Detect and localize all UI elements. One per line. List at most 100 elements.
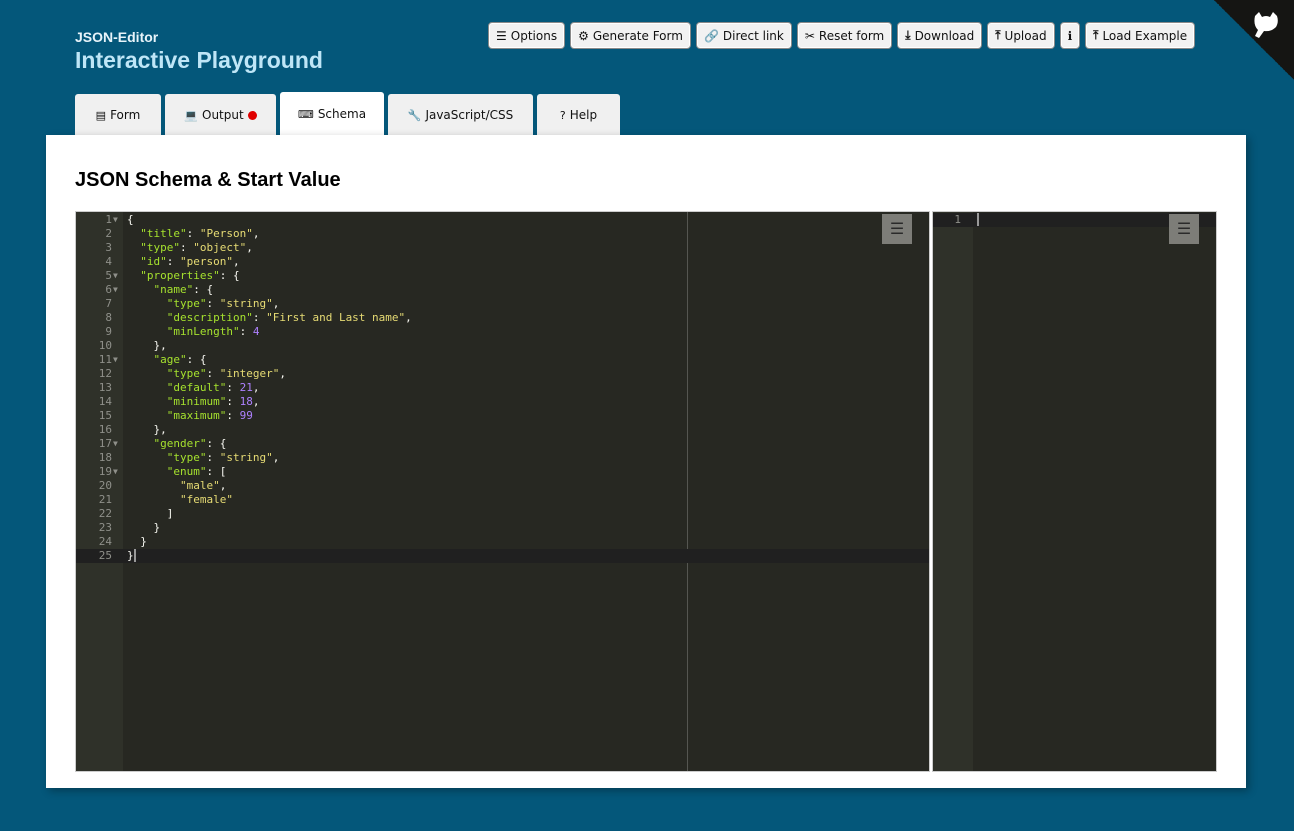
reset-form-button[interactable]: ✂ Reset form bbox=[796, 22, 893, 49]
code-text: "description": "First and Last name", bbox=[166, 311, 412, 324]
keyboard-icon: ⌨ bbox=[297, 107, 314, 121]
code-text: } bbox=[127, 549, 136, 562]
line-number: 23 bbox=[98, 521, 112, 534]
code-line[interactable]: 10 }, bbox=[76, 339, 929, 353]
tab-form[interactable]: ▤ Form bbox=[75, 94, 161, 136]
tab-output[interactable]: 💻 Output bbox=[165, 94, 276, 136]
text-cursor bbox=[133, 549, 136, 562]
code-line[interactable]: 2 "title": "Person", bbox=[76, 227, 929, 241]
code-line[interactable]: 8 "description": "First and Last name", bbox=[76, 311, 929, 325]
wrench-icon: 🔧 bbox=[407, 108, 422, 122]
code-line[interactable]: 25} bbox=[76, 549, 929, 563]
code-text: "age": { bbox=[153, 353, 207, 366]
bars-icon: ☰ bbox=[889, 221, 905, 238]
button-label: Direct link bbox=[722, 28, 784, 43]
tab-help[interactable]: ? Help bbox=[537, 94, 620, 136]
code-line[interactable]: 20 "male", bbox=[76, 479, 929, 493]
line-number: 1 bbox=[954, 213, 961, 226]
unlink-icon: ✂ bbox=[804, 28, 815, 43]
code-text: ] bbox=[127, 507, 174, 520]
code-line[interactable]: 6 ▼ "name": { bbox=[76, 283, 929, 297]
code-text: "gender": { bbox=[153, 437, 227, 450]
tab-label: Output bbox=[202, 108, 244, 122]
line-number: 25 bbox=[98, 549, 112, 562]
line-number: 10 bbox=[98, 339, 112, 352]
code-text: "female" bbox=[179, 493, 233, 506]
options-button[interactable]: ☰ Options bbox=[488, 22, 566, 49]
schema-editor-menu-button[interactable]: ☰ bbox=[882, 214, 912, 244]
line-number: 2 bbox=[105, 227, 112, 240]
direct-link-button[interactable]: 🔗 Direct link bbox=[695, 22, 792, 49]
code-text: "properties": { bbox=[140, 269, 240, 282]
line-number: 19 bbox=[98, 465, 112, 478]
download-icon: ⤓ bbox=[905, 28, 911, 42]
line-number: 4 bbox=[105, 255, 112, 268]
line-number: 14 bbox=[98, 395, 112, 408]
code-line[interactable]: 17 ▼ "gender": { bbox=[76, 437, 929, 451]
line-number: 6 bbox=[105, 283, 112, 296]
button-label: Load Example bbox=[1102, 28, 1188, 43]
code-line[interactable]: 14 "minimum": 18, bbox=[76, 395, 929, 409]
download-button[interactable]: ⤓ Download bbox=[897, 22, 983, 49]
fold-arrow-icon[interactable]: ▼ bbox=[113, 269, 118, 283]
code-text: "type": "object", bbox=[140, 241, 253, 254]
schema-editor[interactable]: 1 ▼{2 "title": "Person", 3 "type": "object… bbox=[75, 211, 930, 772]
code-line[interactable]: 9 "minLength": 4 bbox=[76, 325, 929, 339]
info-button[interactable]: ℹ bbox=[1059, 22, 1081, 49]
code-line[interactable]: 19 ▼ "enum": [ bbox=[76, 465, 929, 479]
schema-code[interactable]: 1 ▼{2 "title": "Person", 3 "type": "object… bbox=[76, 213, 929, 563]
code-text: "name": { bbox=[153, 283, 214, 296]
line-number: 1 bbox=[105, 213, 112, 226]
code-line[interactable]: 18 "type": "string", bbox=[76, 451, 929, 465]
tab-schema[interactable]: ⌨ Schema bbox=[280, 92, 384, 136]
code-text: "type": "string", bbox=[166, 297, 280, 310]
section-heading: JSON Schema & Start Value bbox=[75, 169, 341, 191]
line-number: 20 bbox=[98, 479, 112, 492]
line-number: 5 bbox=[105, 269, 112, 282]
tab-javascript-css[interactable]: 🔧 JavaScript/CSS bbox=[388, 94, 533, 136]
code-line[interactable]: 5 ▼ "properties": { bbox=[76, 269, 929, 283]
button-label: Generate Form bbox=[592, 28, 683, 43]
upload-button[interactable]: ⤒ Upload bbox=[987, 22, 1055, 49]
code-line[interactable]: 11 ▼ "age": { bbox=[76, 353, 929, 367]
line-number: 7 bbox=[105, 297, 112, 310]
code-line[interactable]: 23 } bbox=[76, 521, 929, 535]
code-line[interactable]: 22 ] bbox=[76, 507, 929, 521]
line-number: 22 bbox=[98, 507, 112, 520]
fold-arrow-icon[interactable]: ▼ bbox=[113, 283, 118, 297]
startval-editor[interactable]: 1 ☰ bbox=[932, 211, 1217, 772]
code-line[interactable]: 13 "default": 21, bbox=[76, 381, 929, 395]
load-example-button[interactable]: ⤒ Load Example bbox=[1085, 22, 1196, 49]
code-line[interactable]: 15 "maximum": 99 bbox=[76, 409, 929, 423]
startval-editor-menu-button[interactable]: ☰ bbox=[1169, 214, 1199, 244]
code-line[interactable]: 1 ▼ { bbox=[76, 213, 929, 227]
fold-arrow-icon[interactable]: ▼ bbox=[113, 465, 118, 479]
line-number: 9 bbox=[105, 325, 112, 338]
code-text: "title": "Person", bbox=[140, 227, 260, 240]
tab-bar: ▤ Form 💻 Output ⌨ Schema 🔧 JavaScript/CSS? Help bbox=[75, 92, 620, 136]
code-text: "id": "person", bbox=[140, 255, 240, 268]
github-corner[interactable] bbox=[1214, 0, 1294, 80]
fold-arrow-icon[interactable]: ▼ bbox=[113, 353, 118, 367]
code-line[interactable]: 3 "type": "object", bbox=[76, 241, 929, 255]
code-line[interactable]: 12 "type": "integer", bbox=[76, 367, 929, 381]
code-line[interactable]: 21 "female" bbox=[76, 493, 929, 507]
code-line[interactable]: 4 "id": "person", bbox=[76, 255, 929, 269]
page-title: Interactive Playground bbox=[75, 47, 323, 73]
code-text: "type": "integer", bbox=[166, 367, 286, 380]
toolbar: ☰ Options ⚙ Generate Form 🔗 Direct link ✂ Reset… bbox=[488, 22, 1196, 49]
main-panel: JSON Schema & Start Value 1 ▼{2 "title": … bbox=[46, 135, 1246, 788]
bars-icon: ☰ bbox=[1176, 221, 1192, 238]
button-label: Reset form bbox=[818, 28, 885, 43]
line-number: 15 bbox=[98, 409, 112, 422]
code-line[interactable]: 7 "type": "string", bbox=[76, 297, 929, 311]
code-text: }, bbox=[127, 339, 167, 352]
code-line[interactable]: 16 }, bbox=[76, 423, 929, 437]
fold-arrow-icon[interactable]: ▼ bbox=[113, 213, 118, 227]
line-number: 16 bbox=[98, 423, 112, 436]
code-line[interactable]: 24 } bbox=[76, 535, 929, 549]
generate-form-button[interactable]: ⚙ Generate Form bbox=[570, 22, 691, 49]
fold-arrow-icon[interactable]: ▼ bbox=[113, 437, 118, 451]
tab-label: JavaScript/CSS bbox=[425, 108, 514, 122]
code-text: } bbox=[127, 535, 147, 548]
